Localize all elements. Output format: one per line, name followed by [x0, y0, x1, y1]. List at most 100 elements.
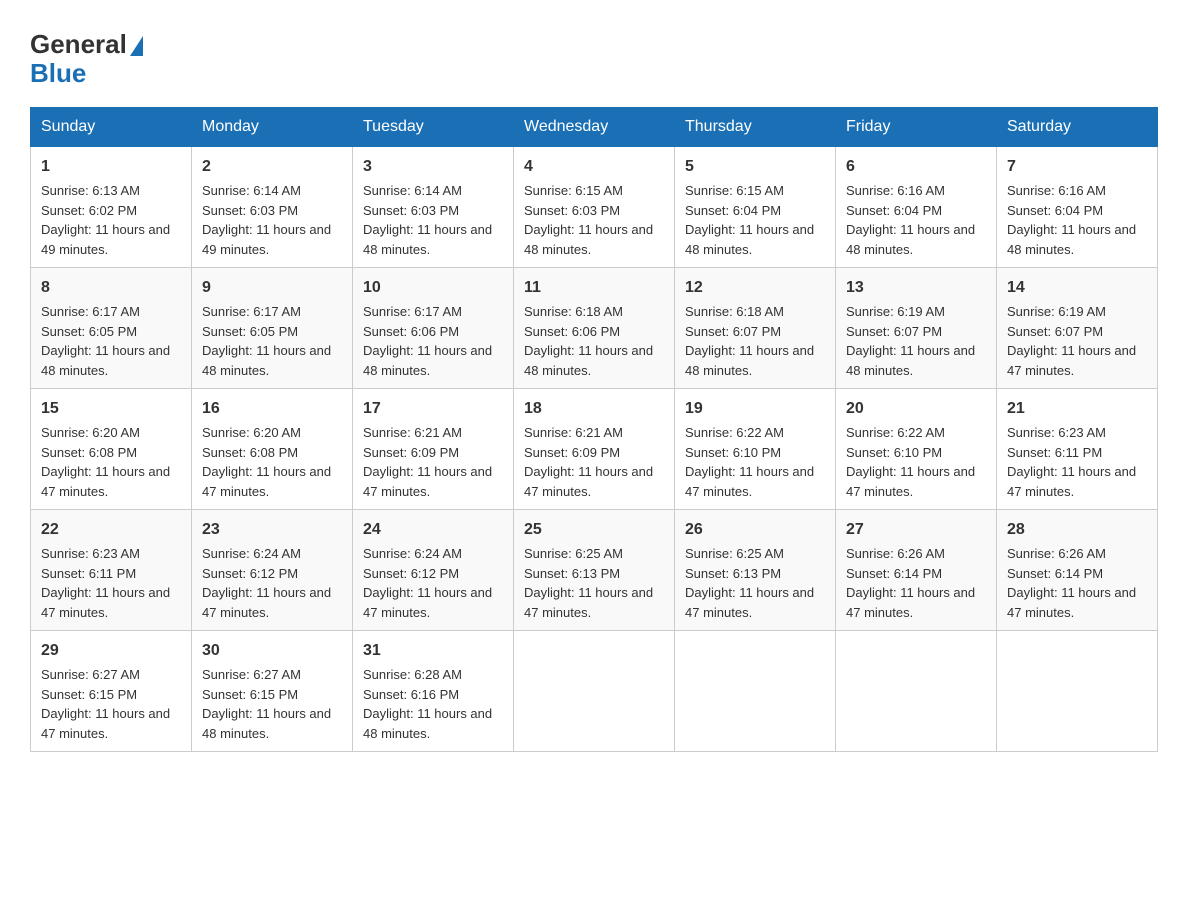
- sunset-text: Sunset: 6:13 PM: [524, 566, 620, 581]
- calendar-cell: 14 Sunrise: 6:19 AM Sunset: 6:07 PM Dayligh…: [997, 268, 1158, 389]
- calendar-header-row: SundayMondayTuesdayWednesdayThursdayFrid…: [31, 108, 1158, 147]
- sunset-text: Sunset: 6:09 PM: [363, 445, 459, 460]
- calendar-cell: 31Sunrise: 6:28 AMSunset: 6:16 PMDayligh…: [353, 631, 514, 752]
- sunset-text: Sunset: 6:10 PM: [846, 445, 942, 460]
- sunrise-text: Sunrise: 6:20 AM: [202, 425, 301, 440]
- day-number: 15: [41, 397, 181, 421]
- day-number: 4: [524, 155, 664, 179]
- day-number: 20: [846, 397, 986, 421]
- daylight-text: Daylight: 11 hours and 47 minutes.: [363, 585, 492, 620]
- day-number: 2: [202, 155, 342, 179]
- sunrise-text: Sunrise: 6:25 AM: [685, 546, 784, 561]
- calendar-table: SundayMondayTuesdayWednesdayThursdayFrid…: [30, 107, 1158, 752]
- sunset-text: Sunset: 6:02 PM: [41, 203, 137, 218]
- weekday-header-monday: Monday: [192, 108, 353, 147]
- sunrise-text: Sunrise: 6:17 AM: [363, 304, 462, 319]
- calendar-cell: 20Sunrise: 6:22 AMSunset: 6:10 PMDayligh…: [836, 389, 997, 510]
- daylight-text: Daylight: 11 hours and 47 minutes.: [1007, 343, 1136, 378]
- daylight-text: Daylight: 11 hours and 48 minutes.: [363, 343, 492, 378]
- calendar-cell: 28Sunrise: 6:26 AMSunset: 6:14 PMDayligh…: [997, 510, 1158, 631]
- calendar-cell: 15Sunrise: 6:20 AMSunset: 6:08 PMDayligh…: [31, 389, 192, 510]
- sunset-text: Sunset: 6:12 PM: [363, 566, 459, 581]
- daylight-text: Daylight: 11 hours and 49 minutes.: [41, 222, 170, 257]
- daylight-text: Daylight: 11 hours and 47 minutes.: [846, 464, 975, 499]
- sunset-text: Sunset: 6:03 PM: [202, 203, 298, 218]
- sunset-text: Sunset: 6:15 PM: [41, 687, 137, 702]
- sunrise-text: Sunrise: 6:14 AM: [363, 183, 462, 198]
- calendar-week-row: 8Sunrise: 6:17 AMSunset: 6:05 PMDaylight…: [31, 268, 1158, 389]
- sunrise-text: Sunrise: 6:16 AM: [846, 183, 945, 198]
- sunrise-text: Sunrise: 6:15 AM: [685, 183, 784, 198]
- sunrise-text: Sunrise: 6:13 AM: [41, 183, 140, 198]
- day-number: 5: [685, 155, 825, 179]
- day-number: 9: [202, 276, 342, 300]
- logo-triangle: [130, 36, 143, 56]
- daylight-text: Daylight: 11 hours and 47 minutes.: [846, 585, 975, 620]
- sunset-text: Sunset: 6:07 PM: [846, 324, 942, 339]
- day-number: 14: [1007, 276, 1147, 300]
- sunrise-text: Sunrise: 6:16 AM: [1007, 183, 1106, 198]
- sunset-text: Sunset: 6:03 PM: [363, 203, 459, 218]
- calendar-cell: 11Sunrise: 6:18 AMSunset: 6:06 PMDayligh…: [514, 268, 675, 389]
- calendar-cell: 18Sunrise: 6:21 AMSunset: 6:09 PMDayligh…: [514, 389, 675, 510]
- day-number: 27: [846, 518, 986, 542]
- daylight-text: Daylight: 11 hours and 48 minutes.: [363, 706, 492, 741]
- sunrise-text: Sunrise: 6:26 AM: [1007, 546, 1106, 561]
- calendar-cell: [836, 631, 997, 752]
- day-number: 26: [685, 518, 825, 542]
- sunrise-text: Sunrise: 6:22 AM: [685, 425, 784, 440]
- daylight-text: Daylight: 11 hours and 47 minutes.: [524, 585, 653, 620]
- sunrise-text: Sunrise: 6:24 AM: [202, 546, 301, 561]
- calendar-cell: 12Sunrise: 6:18 AMSunset: 6:07 PMDayligh…: [675, 268, 836, 389]
- sunset-text: Sunset: 6:06 PM: [524, 324, 620, 339]
- day-number: 22: [41, 518, 181, 542]
- sunset-text: Sunset: 6:04 PM: [1007, 203, 1103, 218]
- calendar-cell: 9Sunrise: 6:17 AMSunset: 6:05 PMDaylight…: [192, 268, 353, 389]
- sunset-text: Sunset: 6:07 PM: [685, 324, 781, 339]
- calendar-cell: 21Sunrise: 6:23 AMSunset: 6:11 PMDayligh…: [997, 389, 1158, 510]
- daylight-text: Daylight: 11 hours and 47 minutes.: [41, 585, 170, 620]
- sunrise-text: Sunrise: 6:17 AM: [41, 304, 140, 319]
- day-number: 30: [202, 639, 342, 663]
- daylight-text: Daylight: 11 hours and 47 minutes.: [1007, 585, 1136, 620]
- sunset-text: Sunset: 6:05 PM: [41, 324, 137, 339]
- calendar-cell: 30Sunrise: 6:27 AMSunset: 6:15 PMDayligh…: [192, 631, 353, 752]
- daylight-text: Daylight: 11 hours and 47 minutes.: [363, 464, 492, 499]
- calendar-week-row: 22Sunrise: 6:23 AMSunset: 6:11 PMDayligh…: [31, 510, 1158, 631]
- weekday-header-saturday: Saturday: [997, 108, 1158, 147]
- sunrise-text: Sunrise: 6:18 AM: [685, 304, 784, 319]
- day-number: 13: [846, 276, 986, 300]
- calendar-cell: 13Sunrise: 6:19 AMSunset: 6:07 PMDayligh…: [836, 268, 997, 389]
- logo: General Blue: [30, 30, 143, 87]
- sunset-text: Sunset: 6:06 PM: [363, 324, 459, 339]
- day-number: 16: [202, 397, 342, 421]
- sunrise-text: Sunrise: 6:27 AM: [41, 667, 140, 682]
- day-number: 24: [363, 518, 503, 542]
- sunset-text: Sunset: 6:08 PM: [41, 445, 137, 460]
- sunset-text: Sunset: 6:11 PM: [1007, 445, 1102, 460]
- sunrise-text: Sunrise: 6:21 AM: [524, 425, 623, 440]
- daylight-text: Daylight: 11 hours and 48 minutes.: [1007, 222, 1136, 257]
- page-header: General Blue: [30, 30, 1158, 87]
- sunrise-text: Sunrise: 6:19 AM: [846, 304, 945, 319]
- daylight-text: Daylight: 11 hours and 48 minutes.: [846, 222, 975, 257]
- daylight-text: Daylight: 11 hours and 47 minutes.: [41, 706, 170, 741]
- sunset-text: Sunset: 6:07 PM: [1007, 324, 1103, 339]
- sunset-text: Sunset: 6:04 PM: [685, 203, 781, 218]
- sunset-text: Sunset: 6:12 PM: [202, 566, 298, 581]
- sunrise-text: Sunrise: 6:28 AM: [363, 667, 462, 682]
- calendar-week-row: 15 Sunrise: 6:20 AM Sunset: 6:08 PM Dayligh…: [31, 389, 1158, 510]
- calendar-cell: 10Sunrise: 6:17 AMSunset: 6:06 PMDayligh…: [353, 268, 514, 389]
- sunrise-text: Sunrise: 6:19 AM: [1007, 304, 1106, 319]
- daylight-text: Daylight: 11 hours and 48 minutes.: [41, 343, 170, 378]
- weekday-header-friday: Friday: [836, 108, 997, 147]
- calendar-cell: 2Sunrise: 6:14 AMSunset: 6:03 PMDaylight…: [192, 147, 353, 268]
- calendar-cell: 24 Sunrise: 6:24 AM Sunset: 6:12 PM Dayligh…: [353, 510, 514, 631]
- daylight-text: Daylight: 11 hours and 47 minutes.: [685, 464, 814, 499]
- sunrise-text: Sunrise: 6:23 AM: [41, 546, 140, 561]
- calendar-week-row: 1Sunrise: 6:13 AMSunset: 6:02 PMDaylight…: [31, 147, 1158, 268]
- calendar-cell: 23Sunrise: 6:24 AMSunset: 6:12 PMDayligh…: [192, 510, 353, 631]
- calendar-cell: 17Sunrise: 6:21 AMSunset: 6:09 PMDayligh…: [353, 389, 514, 510]
- day-number: 28: [1007, 518, 1147, 542]
- sunrise-text: Sunrise: 6:24 AM: [363, 546, 462, 561]
